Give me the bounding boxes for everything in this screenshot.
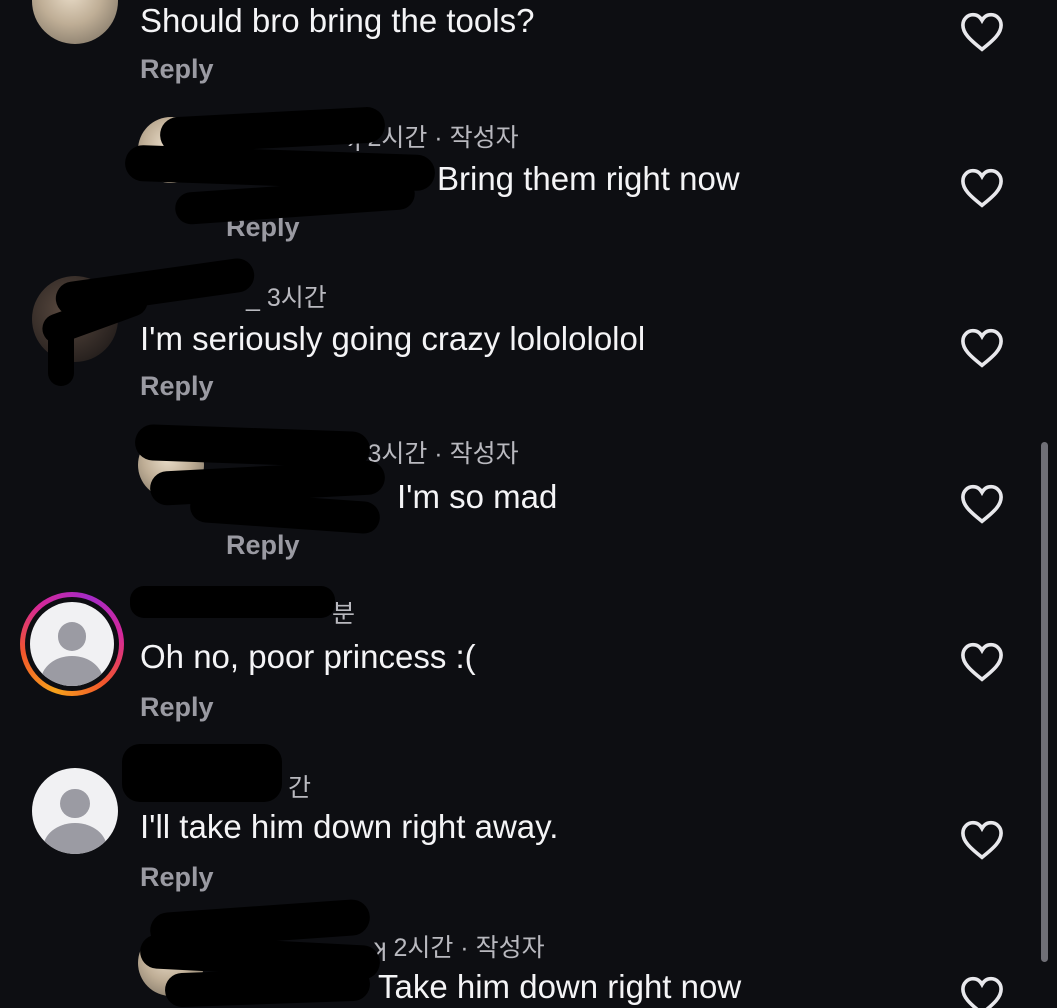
comment-meta: 분: [332, 600, 356, 628]
comment-text: I'll take him down right away.: [140, 808, 559, 845]
comment-text: Bring them right now: [437, 160, 740, 197]
redaction-mark: [130, 586, 335, 618]
like-button[interactable]: [960, 976, 1004, 1008]
like-button[interactable]: [960, 642, 1004, 682]
redaction-mark: [48, 320, 74, 386]
comment-text: I'm seriously going crazy lololololol: [140, 320, 646, 357]
heart-outline-icon: [961, 168, 1003, 208]
heart-outline-icon: [961, 484, 1003, 524]
default-user-icon[interactable]: [32, 768, 118, 854]
redaction-mark: [122, 744, 282, 802]
reply-button[interactable]: Reply: [140, 862, 214, 893]
heart-outline-icon: [961, 642, 1003, 682]
comment-text: I'm so mad: [397, 478, 558, 515]
comment-meta: 간: [288, 774, 312, 802]
scrollbar[interactable]: [1041, 442, 1048, 962]
reply-button[interactable]: Reply: [226, 530, 300, 561]
redaction-mark: [164, 966, 371, 1008]
heart-outline-icon: [961, 976, 1003, 1008]
reply-button[interactable]: Reply: [140, 371, 214, 402]
like-button[interactable]: [960, 484, 1004, 524]
comment-meta: _ 3시간: [246, 284, 327, 312]
comment-text: Take him down right now: [378, 968, 742, 1005]
comments-screen: Should bro bring the tools? Reply ʞ 2시간 …: [0, 0, 1057, 1008]
like-button[interactable]: [960, 168, 1004, 208]
heart-outline-icon: [961, 12, 1003, 52]
comment-meta: ʞ 2시간 · 작성자: [374, 934, 545, 962]
heart-outline-icon: [961, 820, 1003, 860]
like-button[interactable]: [960, 12, 1004, 52]
like-button[interactable]: [960, 820, 1004, 860]
story-ring[interactable]: [20, 592, 124, 696]
avatar[interactable]: [32, 0, 118, 44]
reply-button[interactable]: Reply: [140, 54, 214, 85]
comment-text: Oh no, poor princess :(: [140, 638, 476, 675]
reply-button[interactable]: Reply: [140, 692, 214, 723]
like-button[interactable]: [960, 328, 1004, 368]
default-user-icon: [30, 602, 114, 686]
comment-text: Should bro bring the tools?: [140, 2, 535, 39]
heart-outline-icon: [961, 328, 1003, 368]
redaction-mark: [189, 489, 381, 535]
